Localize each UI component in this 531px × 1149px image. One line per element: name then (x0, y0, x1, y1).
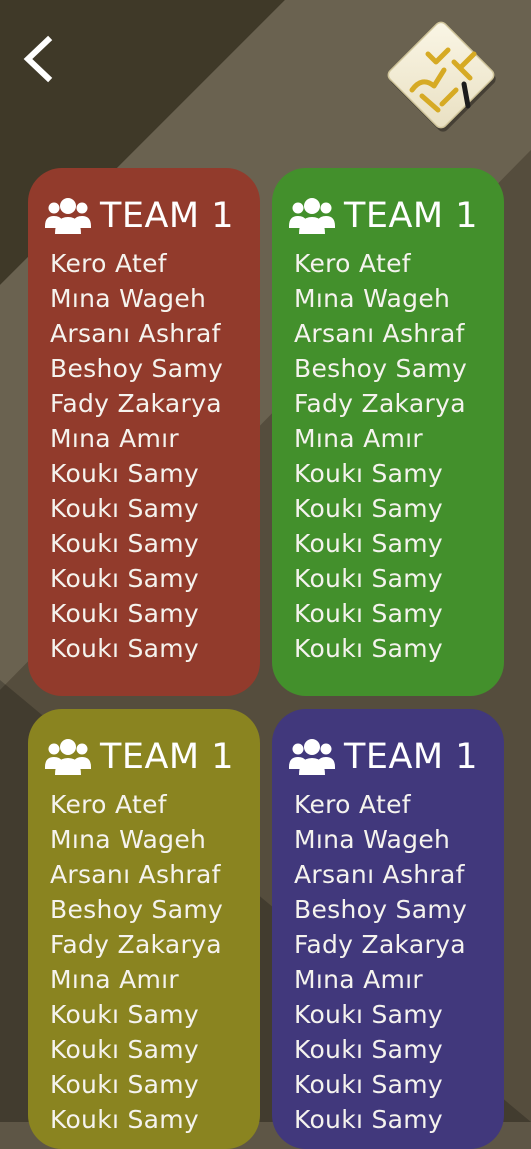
team-title: TEAM 1 (344, 195, 479, 236)
users-icon (289, 198, 335, 234)
member-name: Koukı Samy (294, 494, 443, 523)
team-card-header: TEAM 1 (272, 731, 504, 783)
member-name: Beshoy Samy (294, 354, 468, 383)
team-title: TEAM 1 (100, 195, 235, 236)
member-name: Koukı Samy (294, 1105, 443, 1134)
member-name: Koukı Samy (50, 599, 199, 628)
member-name: Fady Zakarya (50, 389, 222, 418)
member-name: Mına Wageh (294, 825, 451, 854)
member-name: Koukı Samy (50, 1000, 199, 1029)
member-name: Beshoy Samy (50, 895, 224, 924)
member-name: Koukı Samy (50, 1105, 199, 1134)
member-name: Koukı Samy (294, 1000, 443, 1029)
member-name: Koukı Samy (50, 1070, 199, 1099)
team-card-header: TEAM 1 (28, 190, 260, 242)
users-icon (289, 739, 335, 775)
team-card-header: TEAM 1 (272, 190, 504, 242)
member-name: Mına Amır (50, 424, 180, 453)
member-name: Koukı Samy (294, 459, 443, 488)
member-name: Koukı Samy (294, 1035, 443, 1064)
member-name: Koukı Samy (50, 529, 199, 558)
app-logo (378, 14, 508, 144)
member-name: Kero Atef (50, 249, 167, 278)
member-name: Kero Atef (294, 249, 411, 278)
team-card[interactable]: TEAM 1 Kero Atef Mına Wageh Arsanı Ashra… (28, 709, 260, 1149)
member-name: Koukı Samy (50, 564, 199, 593)
member-name: Kero Atef (50, 790, 167, 819)
users-icon (45, 739, 91, 775)
member-name: Fady Zakarya (294, 930, 466, 959)
member-name: Arsanı Ashraf (50, 860, 221, 889)
member-name: Mına Wageh (294, 284, 451, 313)
member-name: Arsanı Ashraf (294, 319, 465, 348)
member-name: Mına Wageh (50, 284, 207, 313)
member-name: Mına Amır (294, 965, 424, 994)
member-name: Beshoy Samy (294, 895, 468, 924)
team-card[interactable]: TEAM 1 Kero Atef Mına Wageh Arsanı Ashra… (28, 168, 260, 696)
team-card-header: TEAM 1 (28, 731, 260, 783)
member-name: Fady Zakarya (294, 389, 466, 418)
member-name: Arsanı Ashraf (50, 319, 221, 348)
member-name: Koukı Samy (294, 599, 443, 628)
member-list: Kero Atef Mına Wageh Arsanı Ashraf Besho… (28, 246, 260, 666)
team-title: TEAM 1 (344, 736, 479, 777)
member-name: Kero Atef (294, 790, 411, 819)
app-logo-icon (387, 21, 496, 132)
team-title: TEAM 1 (100, 736, 235, 777)
member-name: Koukı Samy (50, 494, 199, 523)
member-name: Koukı Samy (294, 529, 443, 558)
team-card[interactable]: TEAM 1 Kero Atef Mına Wageh Arsanı Ashra… (272, 168, 504, 696)
back-button[interactable] (18, 34, 62, 84)
member-name: Mına Amır (50, 965, 180, 994)
member-name: Beshoy Samy (50, 354, 224, 383)
member-name: Fady Zakarya (50, 930, 222, 959)
team-card[interactable]: TEAM 1 Kero Atef Mına Wageh Arsanı Ashra… (272, 709, 504, 1149)
member-name: Koukı Samy (50, 459, 199, 488)
users-icon (45, 198, 91, 234)
member-name: Koukı Samy (50, 1035, 199, 1064)
member-name: Koukı Samy (294, 564, 443, 593)
member-name: Koukı Samy (294, 634, 443, 663)
member-name: Mına Wageh (50, 825, 207, 854)
chevron-left-icon (23, 35, 53, 83)
member-name: Koukı Samy (294, 1070, 443, 1099)
member-name: Koukı Samy (50, 634, 199, 663)
member-name: Mına Amır (294, 424, 424, 453)
member-list: Kero Atef Mına Wageh Arsanı Ashraf Besho… (272, 787, 504, 1137)
member-name: Arsanı Ashraf (294, 860, 465, 889)
member-list: Kero Atef Mına Wageh Arsanı Ashraf Besho… (272, 246, 504, 666)
member-list: Kero Atef Mına Wageh Arsanı Ashraf Besho… (28, 787, 260, 1137)
